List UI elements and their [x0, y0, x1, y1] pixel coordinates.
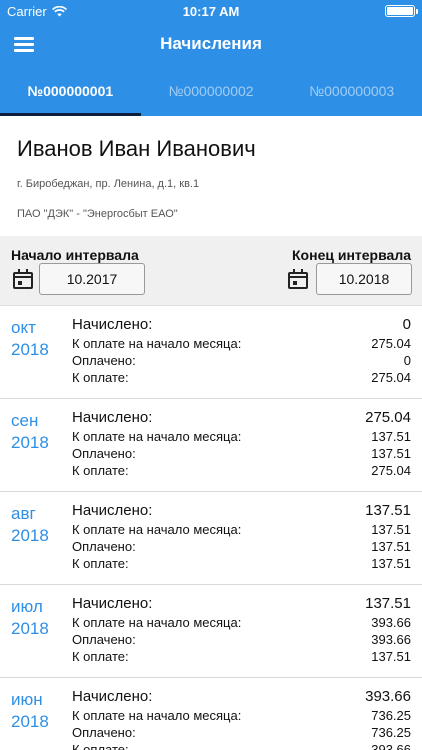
charge-year: 2018 — [11, 526, 49, 545]
charge-year: 2018 — [11, 712, 49, 731]
due-value: 393.66 — [371, 742, 411, 750]
page-title: Начисления — [160, 34, 262, 53]
calendar-icon[interactable] — [13, 269, 33, 289]
charge-month: июн — [11, 690, 43, 709]
charge-month: сен — [11, 411, 39, 430]
charge-row[interactable]: окт 2018 Начислено: 0 К оплате на начало… — [0, 306, 422, 399]
opening-due-label: К оплате на начало месяца: — [72, 708, 242, 723]
paid-value: 137.51 — [371, 539, 411, 554]
supplier-organization: ПАО "ДЭК" - "Энергосбыт ЕАО" — [17, 208, 178, 220]
due-label: К оплате: — [72, 556, 129, 571]
paid-value: 137.51 — [371, 446, 411, 461]
opening-due-value: 393.66 — [371, 615, 411, 630]
due-label: К оплате: — [72, 370, 129, 385]
account-tabs: №000000001 №000000002 №000000003 — [0, 66, 422, 116]
interval-end-field[interactable]: 10.2018 — [316, 263, 412, 295]
opening-due-label: К оплате на начало месяца: — [72, 522, 242, 537]
charges-list: окт 2018 Начислено: 0 К оплате на начало… — [0, 306, 422, 750]
interval-end-label: Конец интервала — [292, 247, 411, 263]
interval-start-field[interactable]: 10.2017 — [39, 263, 145, 295]
accrued-value: 137.51 — [365, 502, 411, 519]
charge-year: 2018 — [11, 433, 49, 452]
charge-month: июл — [11, 597, 43, 616]
opening-due-label: К оплате на начало месяца: — [72, 615, 242, 630]
charge-year: 2018 — [11, 619, 49, 638]
charge-month: авг — [11, 504, 36, 523]
account-address: г. Биробеджан, пр. Ленина, д.1, кв.1 — [17, 178, 200, 190]
paid-value: 393.66 — [371, 632, 411, 647]
paid-value: 0 — [403, 353, 411, 368]
navigation-bar: Начисления — [0, 22, 422, 66]
opening-due-label: К оплате на начало месяца: — [72, 336, 242, 351]
accrued-value: 393.66 — [365, 688, 411, 705]
charge-row[interactable]: сен 2018 Начислено: 275.04 К оплате на н… — [0, 399, 422, 492]
opening-due-value: 137.51 — [371, 429, 411, 444]
charge-month: окт — [11, 318, 36, 337]
accrued-value: 137.51 — [365, 595, 411, 612]
paid-label: Оплачено: — [72, 446, 136, 461]
due-value: 275.04 — [371, 463, 411, 478]
due-value: 137.51 — [371, 556, 411, 571]
due-value: 137.51 — [371, 649, 411, 664]
due-label: К оплате: — [72, 742, 129, 750]
interval-start-label: Начало интервала — [11, 247, 139, 263]
account-holder-name: Иванов Иван Иванович — [17, 136, 256, 161]
status-time: 10:17 AM — [182, 4, 240, 19]
paid-label: Оплачено: — [72, 539, 136, 554]
charge-row[interactable]: июл 2018 Начислено: 137.51 К оплате на н… — [0, 585, 422, 678]
accrued-value: 275.04 — [365, 409, 411, 426]
accrued-label: Начислено: — [72, 316, 153, 333]
due-value: 275.04 — [371, 370, 411, 385]
charge-row[interactable]: июн 2018 Начислено: 393.66 К оплате на н… — [0, 678, 422, 750]
accrued-label: Начислено: — [72, 502, 153, 519]
charge-year: 2018 — [11, 340, 49, 359]
tab-account-3[interactable]: №000000003 — [281, 66, 422, 116]
tab-account-2[interactable]: №000000002 — [141, 66, 282, 116]
accrued-value: 0 — [402, 316, 411, 333]
due-label: К оплате: — [72, 463, 129, 478]
tab-account-1[interactable]: №000000001 — [0, 66, 141, 116]
accrued-label: Начислено: — [72, 595, 153, 612]
opening-due-value: 275.04 — [371, 336, 411, 351]
opening-due-value: 736.25 — [371, 708, 411, 723]
paid-label: Оплачено: — [72, 725, 136, 740]
charge-row[interactable]: авг 2018 Начислено: 137.51 К оплате на н… — [0, 492, 422, 585]
opening-due-label: К оплате на начало месяца: — [72, 429, 242, 444]
paid-label: Оплачено: — [72, 353, 136, 368]
status-bar: Carrier 10:17 AM — [0, 0, 422, 22]
due-label: К оплате: — [72, 649, 129, 664]
accrued-label: Начислено: — [72, 688, 153, 705]
paid-label: Оплачено: — [72, 632, 136, 647]
accrued-label: Начислено: — [72, 409, 153, 426]
opening-due-value: 137.51 — [371, 522, 411, 537]
paid-value: 736.25 — [371, 725, 411, 740]
account-info: Иванов Иван Иванович г. Биробеджан, пр. … — [0, 116, 422, 236]
calendar-icon[interactable] — [288, 269, 308, 289]
battery-icon — [385, 5, 418, 17]
